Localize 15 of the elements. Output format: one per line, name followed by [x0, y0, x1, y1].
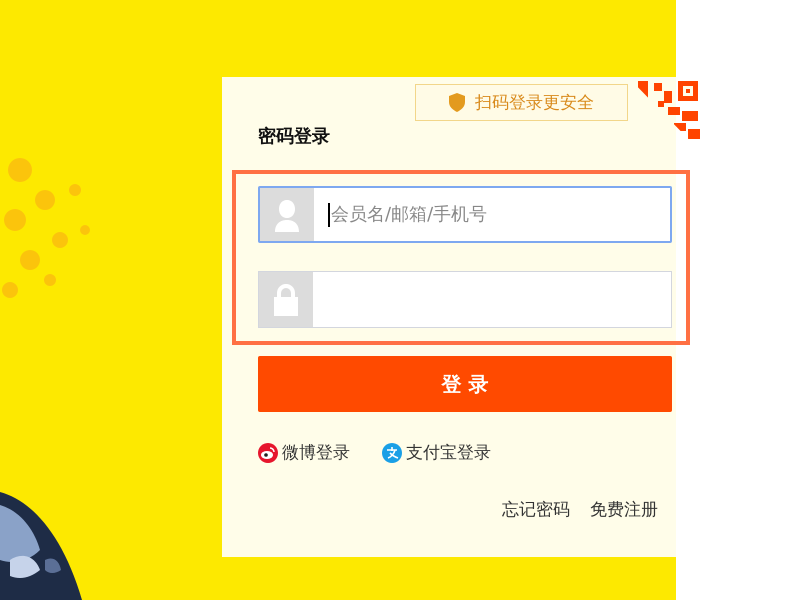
footer-link[interactable]: 免费注册 — [590, 498, 658, 521]
lock-icon — [273, 284, 299, 316]
qr-login-hint: 扫码登录更安全 — [475, 92, 594, 114]
footer-link[interactable]: 忘记密码 — [502, 498, 570, 521]
text-caret — [328, 202, 330, 226]
login-title: 密码登录 — [258, 125, 331, 148]
weibo-login-link[interactable]: 微博登录 — [258, 441, 350, 464]
shield-icon — [449, 93, 465, 112]
password-field[interactable] — [258, 271, 672, 328]
alipay-icon — [382, 442, 402, 462]
weibo-icon — [258, 442, 278, 462]
username-input[interactable]: 会员名/邮箱/手机号 — [330, 188, 670, 241]
alipay-login-link[interactable]: 支付宝登录 — [382, 441, 491, 464]
person-icon — [272, 198, 302, 232]
username-field[interactable]: 会员名/邮箱/手机号 — [258, 186, 672, 243]
